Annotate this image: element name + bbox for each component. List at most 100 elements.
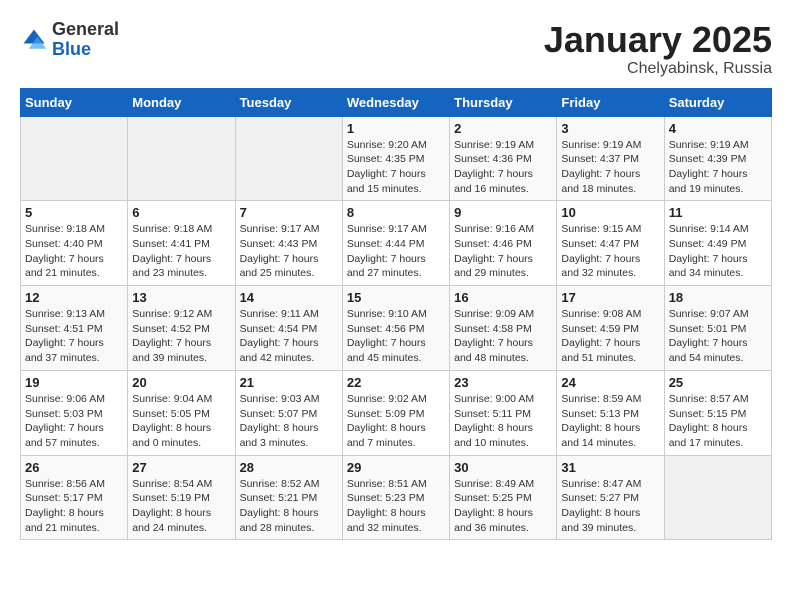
day-cell: 22 Sunrise: 9:02 AM Sunset: 5:09 PM Dayli… bbox=[342, 370, 449, 455]
week-row-1: 5 Sunrise: 9:18 AM Sunset: 4:40 PM Daylig… bbox=[21, 201, 772, 286]
day-cell: 13 Sunrise: 9:12 AM Sunset: 4:52 PM Dayli… bbox=[128, 286, 235, 371]
day-cell bbox=[664, 455, 771, 540]
day-info: Sunrise: 9:06 AM Sunset: 5:03 PM Dayligh… bbox=[25, 392, 123, 451]
day-number: 5 bbox=[25, 205, 123, 220]
day-info: Sunrise: 9:10 AM Sunset: 4:56 PM Dayligh… bbox=[347, 307, 445, 366]
day-cell: 14 Sunrise: 9:11 AM Sunset: 4:54 PM Dayli… bbox=[235, 286, 342, 371]
day-info: Sunrise: 8:49 AM Sunset: 5:25 PM Dayligh… bbox=[454, 477, 552, 536]
day-info: Sunrise: 8:47 AM Sunset: 5:27 PM Dayligh… bbox=[561, 477, 659, 536]
day-number: 27 bbox=[132, 460, 230, 475]
logo: General Blue bbox=[20, 20, 119, 60]
day-info: Sunrise: 9:12 AM Sunset: 4:52 PM Dayligh… bbox=[132, 307, 230, 366]
day-cell: 4Sunrise: 9:19 AM Sunset: 4:39 PM Daylig… bbox=[664, 116, 771, 201]
day-number: 29 bbox=[347, 460, 445, 475]
title-block: January 2025 Chelyabinsk, Russia bbox=[544, 20, 772, 78]
day-number: 31 bbox=[561, 460, 659, 475]
weekday-header-thursday: Thursday bbox=[450, 88, 557, 116]
day-info: Sunrise: 9:02 AM Sunset: 5:09 PM Dayligh… bbox=[347, 392, 445, 451]
day-info: Sunrise: 8:57 AM Sunset: 5:15 PM Dayligh… bbox=[669, 392, 767, 451]
week-row-3: 19 Sunrise: 9:06 AM Sunset: 5:03 PM Dayli… bbox=[21, 370, 772, 455]
day-cell: 15 Sunrise: 9:10 AM Sunset: 4:56 PM Dayli… bbox=[342, 286, 449, 371]
day-info: Sunrise: 9:13 AM Sunset: 4:51 PM Dayligh… bbox=[25, 307, 123, 366]
day-number: 18 bbox=[669, 290, 767, 305]
day-number: 12 bbox=[25, 290, 123, 305]
day-number: 1 bbox=[347, 121, 445, 136]
day-cell: 16 Sunrise: 9:09 AM Sunset: 4:58 PM Dayli… bbox=[450, 286, 557, 371]
day-cell: 3Sunrise: 9:19 AM Sunset: 4:37 PM Daylig… bbox=[557, 116, 664, 201]
day-number: 20 bbox=[132, 375, 230, 390]
logo-blue: Blue bbox=[52, 39, 91, 59]
day-number: 23 bbox=[454, 375, 552, 390]
day-info: Sunrise: 9:07 AM Sunset: 5:01 PM Dayligh… bbox=[669, 307, 767, 366]
day-number: 6 bbox=[132, 205, 230, 220]
week-row-4: 26Sunrise: 8:56 AM Sunset: 5:17 PM Dayli… bbox=[21, 455, 772, 540]
weekday-header-tuesday: Tuesday bbox=[235, 88, 342, 116]
day-cell bbox=[21, 116, 128, 201]
day-cell: 29 Sunrise: 8:51 AM Sunset: 5:23 PM Dayli… bbox=[342, 455, 449, 540]
day-number: 2 bbox=[454, 121, 552, 136]
day-info: Sunrise: 8:54 AM Sunset: 5:19 PM Dayligh… bbox=[132, 477, 230, 536]
day-number: 14 bbox=[240, 290, 338, 305]
day-cell: 6 Sunrise: 9:18 AM Sunset: 4:41 PM Daylig… bbox=[128, 201, 235, 286]
day-info: Sunrise: 9:16 AM Sunset: 4:46 PM Dayligh… bbox=[454, 222, 552, 281]
day-info: Sunrise: 9:00 AM Sunset: 5:11 PM Dayligh… bbox=[454, 392, 552, 451]
day-cell: 1Sunrise: 9:20 AM Sunset: 4:35 PM Daylig… bbox=[342, 116, 449, 201]
day-cell: 24 Sunrise: 8:59 AM Sunset: 5:13 PM Dayli… bbox=[557, 370, 664, 455]
logo-icon bbox=[20, 26, 48, 54]
day-cell: 21Sunrise: 9:03 AM Sunset: 5:07 PM Dayli… bbox=[235, 370, 342, 455]
day-cell: 23 Sunrise: 9:00 AM Sunset: 5:11 PM Dayli… bbox=[450, 370, 557, 455]
day-cell: 27 Sunrise: 8:54 AM Sunset: 5:19 PM Dayli… bbox=[128, 455, 235, 540]
day-cell: 2Sunrise: 9:19 AM Sunset: 4:36 PM Daylig… bbox=[450, 116, 557, 201]
day-info: Sunrise: 9:19 AM Sunset: 4:39 PM Dayligh… bbox=[669, 138, 767, 197]
weekday-header-monday: Monday bbox=[128, 88, 235, 116]
day-cell: 7Sunrise: 9:17 AM Sunset: 4:43 PM Daylig… bbox=[235, 201, 342, 286]
day-cell: 9 Sunrise: 9:16 AM Sunset: 4:46 PM Daylig… bbox=[450, 201, 557, 286]
day-info: Sunrise: 8:56 AM Sunset: 5:17 PM Dayligh… bbox=[25, 477, 123, 536]
day-info: Sunrise: 9:18 AM Sunset: 4:40 PM Dayligh… bbox=[25, 222, 123, 281]
day-number: 13 bbox=[132, 290, 230, 305]
day-info: Sunrise: 9:19 AM Sunset: 4:37 PM Dayligh… bbox=[561, 138, 659, 197]
weekday-header-saturday: Saturday bbox=[664, 88, 771, 116]
day-number: 17 bbox=[561, 290, 659, 305]
weekday-header-sunday: Sunday bbox=[21, 88, 128, 116]
day-cell: 30Sunrise: 8:49 AM Sunset: 5:25 PM Dayli… bbox=[450, 455, 557, 540]
day-cell: 26Sunrise: 8:56 AM Sunset: 5:17 PM Dayli… bbox=[21, 455, 128, 540]
day-cell bbox=[235, 116, 342, 201]
day-number: 22 bbox=[347, 375, 445, 390]
weekday-row: SundayMondayTuesdayWednesdayThursdayFrid… bbox=[21, 88, 772, 116]
day-cell: 5 Sunrise: 9:18 AM Sunset: 4:40 PM Daylig… bbox=[21, 201, 128, 286]
day-cell: 31 Sunrise: 8:47 AM Sunset: 5:27 PM Dayli… bbox=[557, 455, 664, 540]
day-number: 8 bbox=[347, 205, 445, 220]
day-number: 15 bbox=[347, 290, 445, 305]
day-info: Sunrise: 9:04 AM Sunset: 5:05 PM Dayligh… bbox=[132, 392, 230, 451]
day-info: Sunrise: 9:18 AM Sunset: 4:41 PM Dayligh… bbox=[132, 222, 230, 281]
day-info: Sunrise: 9:15 AM Sunset: 4:47 PM Dayligh… bbox=[561, 222, 659, 281]
day-cell: 8Sunrise: 9:17 AM Sunset: 4:44 PM Daylig… bbox=[342, 201, 449, 286]
day-cell: 12 Sunrise: 9:13 AM Sunset: 4:51 PM Dayli… bbox=[21, 286, 128, 371]
day-cell: 19 Sunrise: 9:06 AM Sunset: 5:03 PM Dayli… bbox=[21, 370, 128, 455]
day-info: Sunrise: 8:59 AM Sunset: 5:13 PM Dayligh… bbox=[561, 392, 659, 451]
day-cell: 17 Sunrise: 9:08 AM Sunset: 4:59 PM Dayli… bbox=[557, 286, 664, 371]
weekday-header-wednesday: Wednesday bbox=[342, 88, 449, 116]
calendar-body: 1Sunrise: 9:20 AM Sunset: 4:35 PM Daylig… bbox=[21, 116, 772, 540]
day-info: Sunrise: 8:51 AM Sunset: 5:23 PM Dayligh… bbox=[347, 477, 445, 536]
day-number: 7 bbox=[240, 205, 338, 220]
day-info: Sunrise: 9:09 AM Sunset: 4:58 PM Dayligh… bbox=[454, 307, 552, 366]
day-cell bbox=[128, 116, 235, 201]
day-number: 25 bbox=[669, 375, 767, 390]
day-cell: 25 Sunrise: 8:57 AM Sunset: 5:15 PM Dayli… bbox=[664, 370, 771, 455]
day-number: 11 bbox=[669, 205, 767, 220]
weekday-header-friday: Friday bbox=[557, 88, 664, 116]
day-cell: 18 Sunrise: 9:07 AM Sunset: 5:01 PM Dayli… bbox=[664, 286, 771, 371]
day-info: Sunrise: 8:52 AM Sunset: 5:21 PM Dayligh… bbox=[240, 477, 338, 536]
day-number: 19 bbox=[25, 375, 123, 390]
day-number: 16 bbox=[454, 290, 552, 305]
calendar-header: SundayMondayTuesdayWednesdayThursdayFrid… bbox=[21, 88, 772, 116]
day-number: 24 bbox=[561, 375, 659, 390]
calendar-table: SundayMondayTuesdayWednesdayThursdayFrid… bbox=[20, 88, 772, 541]
week-row-2: 12 Sunrise: 9:13 AM Sunset: 4:51 PM Dayli… bbox=[21, 286, 772, 371]
day-cell: 11Sunrise: 9:14 AM Sunset: 4:49 PM Dayli… bbox=[664, 201, 771, 286]
day-number: 9 bbox=[454, 205, 552, 220]
day-info: Sunrise: 9:08 AM Sunset: 4:59 PM Dayligh… bbox=[561, 307, 659, 366]
day-info: Sunrise: 9:11 AM Sunset: 4:54 PM Dayligh… bbox=[240, 307, 338, 366]
